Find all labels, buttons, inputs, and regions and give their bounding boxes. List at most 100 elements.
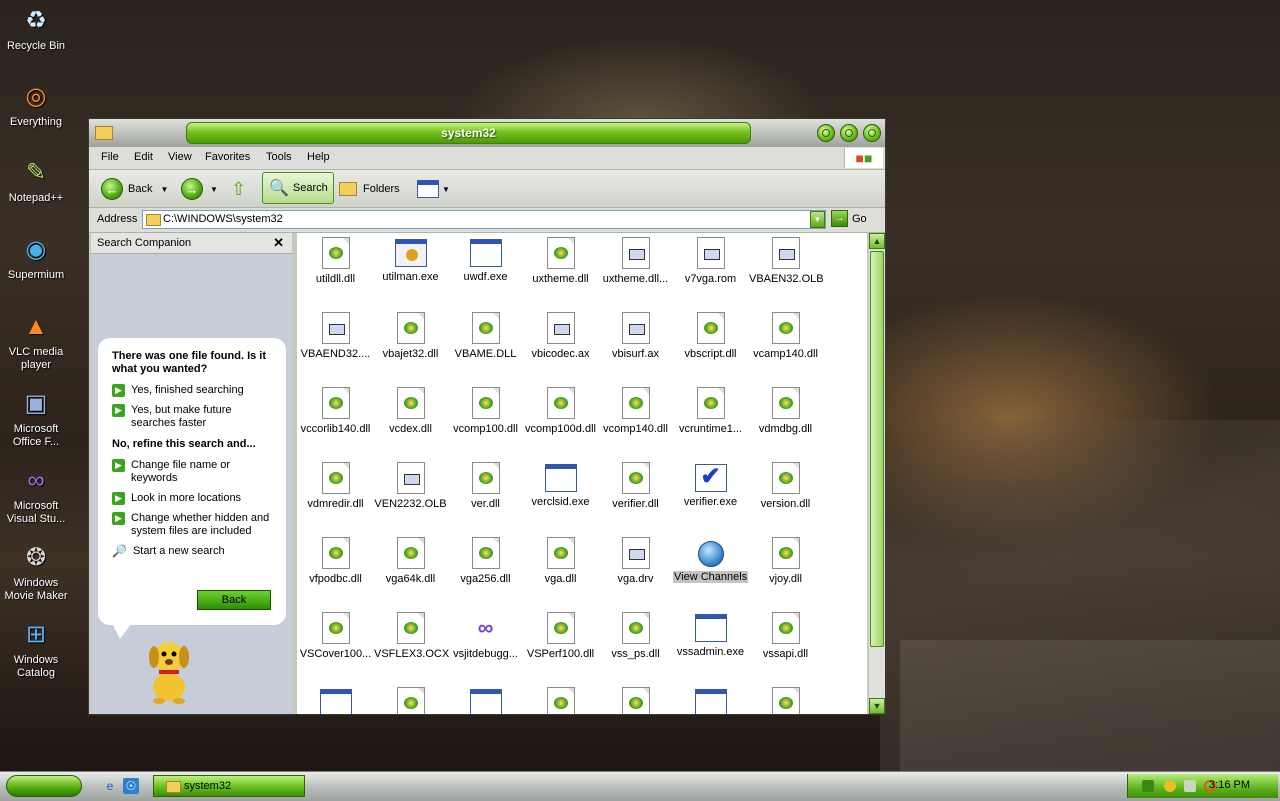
file-item[interactable]: vga64k.dll <box>373 537 448 585</box>
desktop-icon-movie-maker[interactable]: ❂ Windows Movie Maker <box>2 541 70 603</box>
up-folder-button[interactable]: ⇧ <box>231 177 246 201</box>
option-finished-searching[interactable]: ▶ Yes, finished searching <box>112 384 276 397</box>
go-button[interactable]: → Go <box>831 210 867 227</box>
file-item[interactable]: VEN2232.OLB <box>373 462 448 510</box>
file-item[interactable]: vbicodec.ax <box>523 312 598 360</box>
show-desktop-icon[interactable]: ☉ <box>123 778 139 794</box>
file-item[interactable]: vssadmin.exe <box>673 612 748 658</box>
address-input[interactable]: C:\WINDOWS\system32 <box>142 210 826 229</box>
option-label: Change whether hidden and system files a… <box>131 512 270 537</box>
file-item[interactable]: vss_ps.dll <box>598 612 673 660</box>
close-icon[interactable]: ✕ <box>273 233 284 253</box>
file-item[interactable] <box>523 687 598 714</box>
file-item[interactable]: vfpodbc.dll <box>298 537 373 585</box>
views-button[interactable]: ▼ <box>417 177 450 201</box>
internet-explorer-icon[interactable]: e <box>102 778 118 794</box>
file-item[interactable]: VSFLEX3.OCX <box>373 612 449 660</box>
scroll-down-button[interactable]: ▼ <box>869 698 885 714</box>
file-item[interactable]: View Channels <box>673 537 749 583</box>
file-item[interactable]: vjoy.dll <box>748 537 823 585</box>
file-item[interactable]: version.dll <box>748 462 823 510</box>
file-item[interactable]: vcamp140.dll <box>748 312 823 360</box>
scroll-up-button[interactable]: ▲ <box>869 233 885 249</box>
file-item[interactable] <box>748 687 823 714</box>
option-new-search[interactable]: 🔎 Start a new search <box>112 545 276 558</box>
option-faster-searches[interactable]: ▶ Yes, but make future searches faster <box>112 404 276 430</box>
desktop-icon-everything[interactable]: ◎ Everything <box>2 80 70 129</box>
file-item[interactable]: uxtheme.dll <box>523 237 598 285</box>
file-item[interactable] <box>448 687 523 714</box>
file-item[interactable]: vcdex.dll <box>373 387 448 435</box>
file-item[interactable]: vcomp140.dll <box>598 387 673 435</box>
file-item[interactable]: verifier.dll <box>598 462 673 510</box>
menu-favorites[interactable]: Favorites <box>205 151 250 163</box>
file-item[interactable]: vbscript.dll <box>673 312 748 360</box>
file-item[interactable]: VSCover100... <box>298 612 373 660</box>
file-item[interactable] <box>298 687 373 714</box>
file-item[interactable]: ✔ verifier.exe <box>673 462 748 508</box>
file-item[interactable]: VBAEND32.... <box>298 312 373 360</box>
desktop-icon-office[interactable]: ▣ Microsoft Office F... <box>2 387 70 449</box>
scroll-thumb[interactable] <box>870 251 884 647</box>
menu-help[interactable]: Help <box>307 151 330 163</box>
file-item[interactable]: v7vga.rom <box>673 237 748 285</box>
back-button[interactable]: ← Back ▼ <box>101 177 168 201</box>
file-item[interactable]: vbajet32.dll <box>373 312 448 360</box>
desktop-icon-catalog[interactable]: ⊞ Windows Catalog <box>2 618 70 680</box>
desktop-icon-visual-studio[interactable]: ∞ Microsoft Visual Stu... <box>2 464 70 526</box>
file-name: vssapi.dll <box>762 648 809 660</box>
file-item[interactable]: VBAME.DLL <box>448 312 523 360</box>
file-item[interactable] <box>598 687 673 714</box>
title-bar[interactable]: system32 <box>89 119 885 147</box>
vertical-scrollbar[interactable]: ▲ ▼ <box>869 233 885 714</box>
option-hidden-files[interactable]: ▶ Change whether hidden and system files… <box>112 512 276 538</box>
security-shield-icon[interactable] <box>1164 780 1176 792</box>
desktop-icon-supermium[interactable]: ◉ Supermium <box>2 233 70 282</box>
file-item[interactable]: verclsid.exe <box>523 462 598 508</box>
taskbar-button-system32[interactable]: system32 <box>153 775 305 797</box>
desktop-icon-recycle-bin[interactable]: ♻ Recycle Bin <box>2 4 70 53</box>
address-dropdown-button[interactable]: ▼ <box>810 211 825 228</box>
views-icon <box>417 180 439 198</box>
start-button[interactable] <box>6 775 82 797</box>
menu-view[interactable]: View <box>168 151 192 163</box>
file-name: vfpodbc.dll <box>309 573 362 585</box>
search-button[interactable]: 🔍 Search <box>262 172 334 204</box>
file-item[interactable]: utilman.exe <box>373 237 448 283</box>
file-item[interactable]: vccorlib140.dll <box>298 387 373 435</box>
maximize-button[interactable] <box>840 124 858 142</box>
file-item[interactable]: ∞ vsjitdebugg... <box>448 612 523 660</box>
file-item[interactable]: vga.dll <box>523 537 598 585</box>
file-item[interactable]: utildll.dll <box>298 237 373 285</box>
menu-tools[interactable]: Tools <box>266 151 292 163</box>
file-item[interactable] <box>673 687 748 714</box>
file-item[interactable]: vdmredir.dll <box>298 462 373 510</box>
file-item[interactable] <box>373 687 448 714</box>
file-item[interactable]: vbisurf.ax <box>598 312 673 360</box>
file-item[interactable]: vcruntime1... <box>673 387 748 435</box>
forward-button[interactable]: → ▼ <box>181 177 218 201</box>
file-item[interactable]: uxtheme.dll... <box>598 237 673 285</box>
file-item[interactable]: vcomp100d.dll <box>523 387 598 435</box>
file-item[interactable]: vga256.dll <box>448 537 523 585</box>
option-more-locations[interactable]: ▶ Look in more locations <box>112 492 276 505</box>
file-item[interactable]: vga.drv <box>598 537 673 585</box>
file-item[interactable]: VBAEN32.OLB <box>748 237 824 285</box>
folders-button[interactable]: Folders <box>339 177 400 201</box>
file-item[interactable]: VSPerf100.dll <box>523 612 598 660</box>
file-item[interactable]: vcomp100.dll <box>448 387 523 435</box>
desktop-icon-vlc[interactable]: ▲ VLC media player <box>2 310 70 372</box>
file-item[interactable]: uwdf.exe <box>448 237 523 283</box>
file-item[interactable]: ver.dll <box>448 462 523 510</box>
minimize-button[interactable] <box>817 124 835 142</box>
desktop-icon-notepad[interactable]: ✎ Notepad++ <box>2 156 70 205</box>
file-item[interactable]: vdmdbg.dll <box>748 387 823 435</box>
companion-back-button[interactable]: Back <box>197 590 271 610</box>
file-item[interactable]: vssapi.dll <box>748 612 823 660</box>
close-button[interactable] <box>863 124 881 142</box>
usb-icon[interactable] <box>1184 780 1196 792</box>
menu-file[interactable]: File <box>101 151 119 163</box>
menu-edit[interactable]: Edit <box>134 151 153 163</box>
option-change-file-name[interactable]: ▶ Change file name or keywords <box>112 459 276 485</box>
network-icon[interactable] <box>1142 780 1154 792</box>
